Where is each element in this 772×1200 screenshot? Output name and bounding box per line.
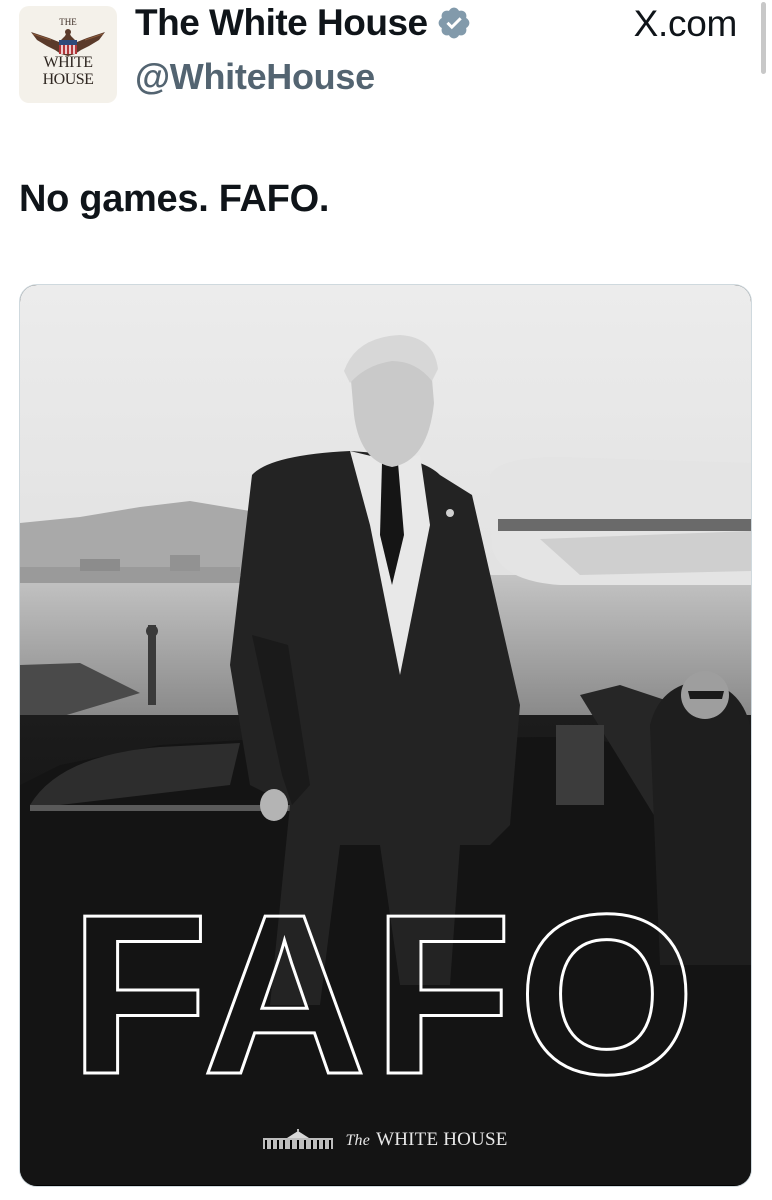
scrollbar[interactable] xyxy=(761,2,766,74)
post-media[interactable]: FAFO The WHITE HOUSE xyxy=(19,284,752,1187)
fafo-overlay-text: FAFO xyxy=(70,868,702,1122)
author-display-name[interactable]: The White House xyxy=(135,2,428,44)
avatar[interactable]: THE WHITE HOUSE xyxy=(19,6,117,103)
eagle-seal-icon xyxy=(31,29,105,56)
avatar-line-1: WHITE xyxy=(43,54,93,71)
name-row: The White House xyxy=(135,2,472,44)
verified-badge-icon[interactable] xyxy=(436,5,472,41)
media-photo: FAFO xyxy=(20,285,751,1186)
author-handle[interactable]: @WhiteHouse xyxy=(135,56,375,98)
white-house-building-icon xyxy=(263,1129,334,1149)
avatar-line-2: HOUSE xyxy=(42,71,94,88)
media-watermark: The WHITE HOUSE xyxy=(20,1123,751,1157)
site-label: X.com xyxy=(633,3,738,44)
watermark-text: The WHITE HOUSE xyxy=(345,1129,508,1150)
post-text: No games. FAFO. xyxy=(19,178,330,220)
